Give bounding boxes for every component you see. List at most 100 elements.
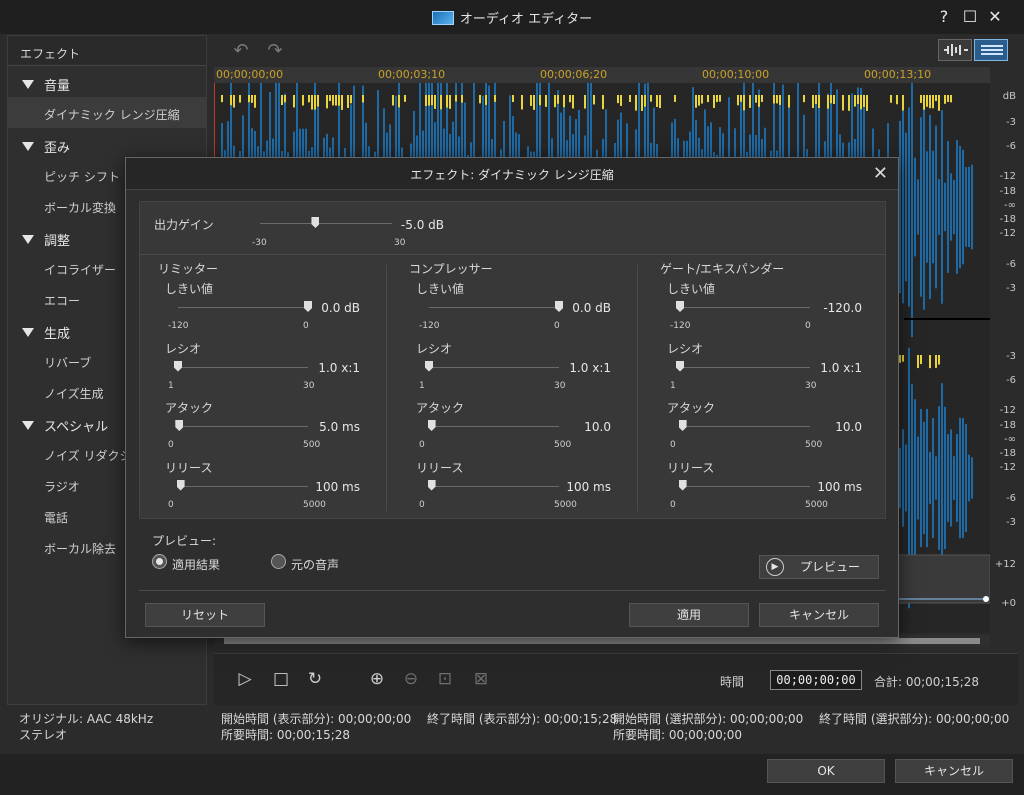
output-gain-track[interactable]	[260, 223, 392, 224]
param-min: 1	[419, 380, 425, 391]
section-divider	[637, 265, 638, 511]
radio-original-label[interactable]: 元の音声	[291, 556, 339, 573]
close-button[interactable]: ✕	[985, 7, 1005, 27]
time-ruler[interactable]: 00;00;00;00 00;00;03;10 00;00;06;20 00;0…	[214, 67, 990, 83]
footer-cancel-button[interactable]: キャンセル	[895, 759, 1013, 783]
param-slider-track[interactable]	[429, 307, 559, 308]
divider	[139, 254, 886, 255]
time-input[interactable]: 00;00;00;00	[770, 670, 862, 690]
param-label: しきい値	[416, 282, 465, 296]
zoom-in-icon[interactable]: ⊕	[366, 668, 388, 690]
maximize-button[interactable]: ☐	[960, 7, 980, 27]
param-min: 1	[670, 380, 676, 391]
db-label: -12	[999, 405, 1016, 416]
param-slider-track[interactable]	[680, 307, 810, 308]
play-icon[interactable]: ▷	[234, 668, 256, 690]
param-max: 5000	[805, 499, 828, 510]
param-slider-track[interactable]	[178, 485, 308, 487]
dialog-cancel-button[interactable]: キャンセル	[759, 603, 879, 627]
param-max: 30	[554, 380, 566, 391]
param-min: -120	[419, 321, 440, 331]
end-display: 終了時間 (表示部分): 00;00;15;28	[427, 712, 618, 726]
db-label: -3	[1006, 283, 1016, 294]
group-volume[interactable]: 音量	[8, 66, 206, 97]
radio-applied[interactable]	[152, 554, 167, 569]
param-slider-track[interactable]	[178, 366, 308, 368]
preview-button[interactable]: ▶ プレビュー	[759, 555, 879, 579]
ruler-mark: 00;00;10;00	[702, 68, 770, 81]
ruler-mark: 00;00;13;10	[864, 68, 932, 81]
param-value: 100 ms	[315, 479, 360, 494]
db-label: -3	[1006, 117, 1016, 128]
start-display: 開始時間 (表示部分): 00;00;00;00	[221, 712, 412, 726]
dialog-close-icon[interactable]: ✕	[873, 163, 888, 184]
param-slider-track[interactable]	[429, 485, 559, 487]
effect-item-drc[interactable]: ダイナミック レンジ圧縮	[8, 97, 206, 128]
param-slider-track[interactable]	[429, 366, 559, 368]
param-min: 0	[419, 440, 425, 450]
param-slider-track[interactable]	[178, 426, 308, 427]
expand-triangle-icon	[22, 328, 34, 337]
db-label: -6	[1006, 259, 1016, 270]
repeat-icon[interactable]: ↻	[304, 668, 326, 690]
db-label: -12	[999, 462, 1016, 473]
scrollbar-thumb[interactable]	[224, 638, 980, 644]
param-max: 0	[303, 321, 309, 331]
redo-icon[interactable]: ↷	[264, 40, 286, 61]
radio-original[interactable]	[271, 554, 286, 569]
output-gain-value: -5.0 dB	[400, 218, 444, 232]
param-value: 10.0	[835, 420, 862, 434]
param-label: アタック	[165, 401, 214, 415]
param-max: 30	[303, 380, 315, 391]
radio-applied-label[interactable]: 適用結果	[172, 556, 220, 573]
track-view-button[interactable]	[974, 39, 1008, 61]
param-slider-track[interactable]	[680, 485, 810, 487]
param-value: 1.0 x:1	[318, 360, 360, 375]
waveform-view-button[interactable]	[938, 39, 972, 61]
db-label: -12	[999, 228, 1016, 239]
end-selection: 終了時間 (選択部分): 00;00;00;00	[819, 712, 1010, 726]
zoom-selection-icon[interactable]: ⊡	[434, 668, 456, 690]
param-min: -120	[670, 321, 691, 331]
param-slider-track[interactable]	[680, 426, 810, 427]
playback-bar: ▷ □ ↻ ⊕ ⊖ ⊡ ⊠ 時間 00;00;00;00 合計: 00;00;1…	[214, 653, 1018, 705]
param-value: 0.0 dB	[321, 301, 360, 315]
db-label: -3	[1006, 517, 1016, 528]
param-value: 1.0 x:1	[569, 360, 611, 375]
param-value: 5.0 ms	[319, 420, 360, 434]
param-max: 0	[805, 321, 811, 331]
param-min: 0	[168, 440, 174, 450]
param-label: レシオ	[416, 341, 453, 356]
param-slider-track[interactable]	[429, 426, 559, 427]
time-label: 時間	[720, 675, 745, 689]
dialog-title: エフェクト: ダイナミック レンジ圧縮	[126, 158, 898, 190]
status-bar: オリジナル: AAC 48kHz ステレオ 開始時間 (表示部分): 00;00…	[7, 707, 1018, 753]
apply-button[interactable]: 適用	[629, 603, 749, 627]
param-value: 100 ms	[566, 479, 611, 494]
app-logo-icon	[431, 11, 454, 25]
drc-dialog: エフェクト: ダイナミック レンジ圧縮 ✕ 出力ゲイン -5.0 dB -30 …	[125, 157, 899, 638]
help-button[interactable]: ?	[934, 7, 954, 27]
stop-icon[interactable]: □	[270, 668, 292, 690]
param-min: -120	[168, 321, 189, 331]
param-slider-track[interactable]	[680, 366, 810, 368]
reset-button[interactable]: リセット	[145, 603, 265, 627]
param-label: しきい値	[165, 282, 214, 296]
db-label: dB	[1002, 91, 1016, 102]
db-label: +0	[1001, 598, 1016, 609]
window-title: オーディオ エディター	[0, 8, 1024, 27]
undo-icon[interactable]: ↶	[230, 40, 252, 61]
param-label: リリース	[165, 460, 213, 475]
play-circle-icon: ▶	[766, 558, 784, 576]
zoom-fit-icon[interactable]: ⊠	[470, 668, 492, 690]
footer-bar: OK キャンセル	[0, 754, 1024, 795]
group-distortion[interactable]: 歪み	[8, 128, 206, 159]
section-title: コンプレッサー	[409, 262, 493, 276]
zoom-out-icon[interactable]: ⊖	[400, 668, 422, 690]
param-slider-track[interactable]	[178, 307, 308, 308]
ok-button[interactable]: OK	[767, 759, 885, 783]
db-label: -18	[999, 214, 1016, 225]
effects-header: エフェクト	[8, 36, 206, 66]
param-max: 0	[554, 321, 560, 331]
db-label: -6	[1006, 493, 1016, 504]
